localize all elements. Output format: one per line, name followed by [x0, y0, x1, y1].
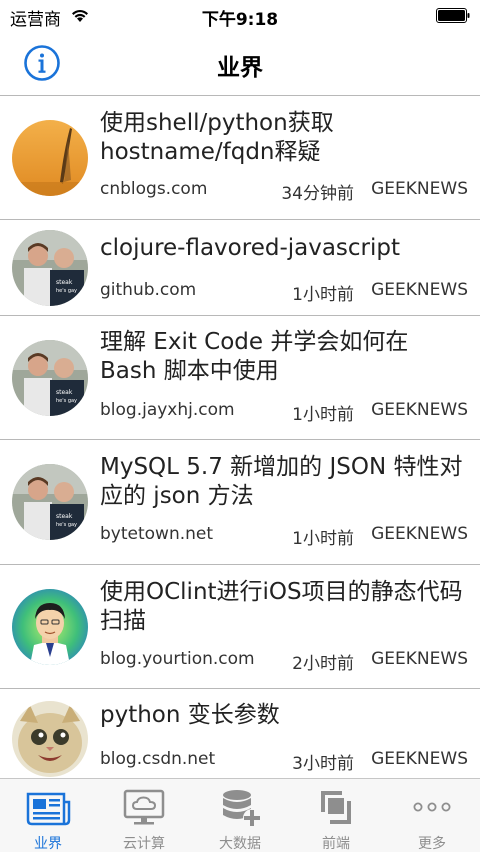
more-dots-icon — [413, 802, 451, 812]
status-time: 下午9:18 — [201, 10, 279, 30]
article-channel: GEEKNEWS — [371, 649, 468, 669]
article-avatar: steak he's gay — [12, 230, 88, 306]
tab-label: 大数据 — [219, 836, 261, 852]
article-list: 使用shell/python获取hostname/fqdn释疑 cnblogs.… — [0, 97, 480, 781]
article-title: 使用OClint进行iOS项目的静态代码扫描 — [100, 579, 463, 634]
article-channel: GEEKNEWS — [371, 400, 468, 420]
article-row[interactable]: python 变长参数 blog.csdn.net 3小时前 GEEKNEWS — [0, 689, 480, 781]
article-avatar: steak he's gay — [12, 464, 88, 540]
article-source: bytetown.net — [100, 524, 214, 544]
article-avatar — [12, 589, 88, 665]
tab-label: 业界 — [34, 836, 62, 852]
status-bar: 运营商 下午9:18 — [0, 0, 480, 32]
article-time: 1小时前 — [292, 529, 354, 549]
svg-text:steak: steak — [56, 513, 73, 520]
tab-more[interactable]: 更多 — [384, 779, 480, 852]
article-avatar — [12, 701, 88, 777]
article-title: 理解 Exit Code 并学会如何在 Bash 脚本中使用 — [100, 329, 409, 384]
tab-bar: 业界 云计算 大数据 前端 更多 — [0, 778, 480, 852]
svg-text:steak: steak — [56, 389, 73, 396]
article-time: 34分钟前 — [281, 184, 354, 204]
database-plus-icon — [223, 790, 261, 827]
article-source: blog.jayxhj.com — [100, 400, 235, 420]
article-time: 3小时前 — [292, 754, 354, 774]
cloud-monitor-icon — [123, 789, 165, 825]
tab-label: 云计算 — [123, 836, 165, 852]
article-title: python 变长参数 — [100, 702, 280, 728]
newspaper-icon — [26, 792, 71, 826]
tab-label: 前端 — [322, 836, 350, 852]
article-time: 2小时前 — [292, 654, 354, 674]
article-avatar: steak he's gay — [12, 340, 88, 416]
battery-icon — [436, 8, 470, 23]
page-title: 业界 — [217, 55, 263, 81]
navigation-bar: 业界 — [0, 32, 480, 96]
article-source: cnblogs.com — [100, 179, 208, 199]
article-time: 1小时前 — [292, 285, 354, 305]
article-channel: GEEKNEWS — [371, 280, 468, 300]
tab-bigdata[interactable]: 大数据 — [192, 779, 288, 852]
layers-icon — [321, 791, 351, 824]
article-time: 1小时前 — [292, 405, 354, 425]
article-row[interactable]: steak he's gay clojure-flavored-javascri… — [0, 220, 480, 316]
article-channel: GEEKNEWS — [371, 524, 468, 544]
article-row[interactable]: 使用shell/python获取hostname/fqdn释疑 cnblogs.… — [0, 97, 480, 220]
article-row[interactable]: steak he's gay 理解 Exit Code 并学会如何在 Bash … — [0, 316, 480, 440]
article-title: clojure-flavored-javascript — [100, 235, 401, 261]
tab-frontend[interactable]: 前端 — [288, 779, 384, 852]
tab-industry[interactable]: 业界 — [0, 779, 96, 852]
article-title: 使用shell/python获取hostname/fqdn释疑 — [100, 110, 334, 165]
article-source: github.com — [100, 280, 197, 300]
svg-text:steak: steak — [56, 279, 73, 286]
article-channel: GEEKNEWS — [371, 749, 468, 769]
article-title: MySQL 5.7 新增加的 JSON 特性对应的 json 方法 — [100, 454, 463, 509]
article-avatar — [12, 120, 88, 196]
article-source: blog.csdn.net — [100, 749, 216, 769]
svg-text:he's gay: he's gay — [56, 288, 77, 294]
tab-label: 更多 — [418, 836, 446, 852]
svg-text:he's gay: he's gay — [56, 398, 77, 404]
article-row[interactable]: 使用OClint进行iOS项目的静态代码扫描 blog.yourtion.com… — [0, 565, 480, 689]
article-source: blog.yourtion.com — [100, 649, 255, 669]
tab-cloud[interactable]: 云计算 — [96, 779, 192, 852]
article-channel: GEEKNEWS — [371, 179, 468, 199]
svg-text:he's gay: he's gay — [56, 522, 77, 528]
article-row[interactable]: steak he's gay MySQL 5.7 新增加的 JSON 特性对应的… — [0, 440, 480, 565]
